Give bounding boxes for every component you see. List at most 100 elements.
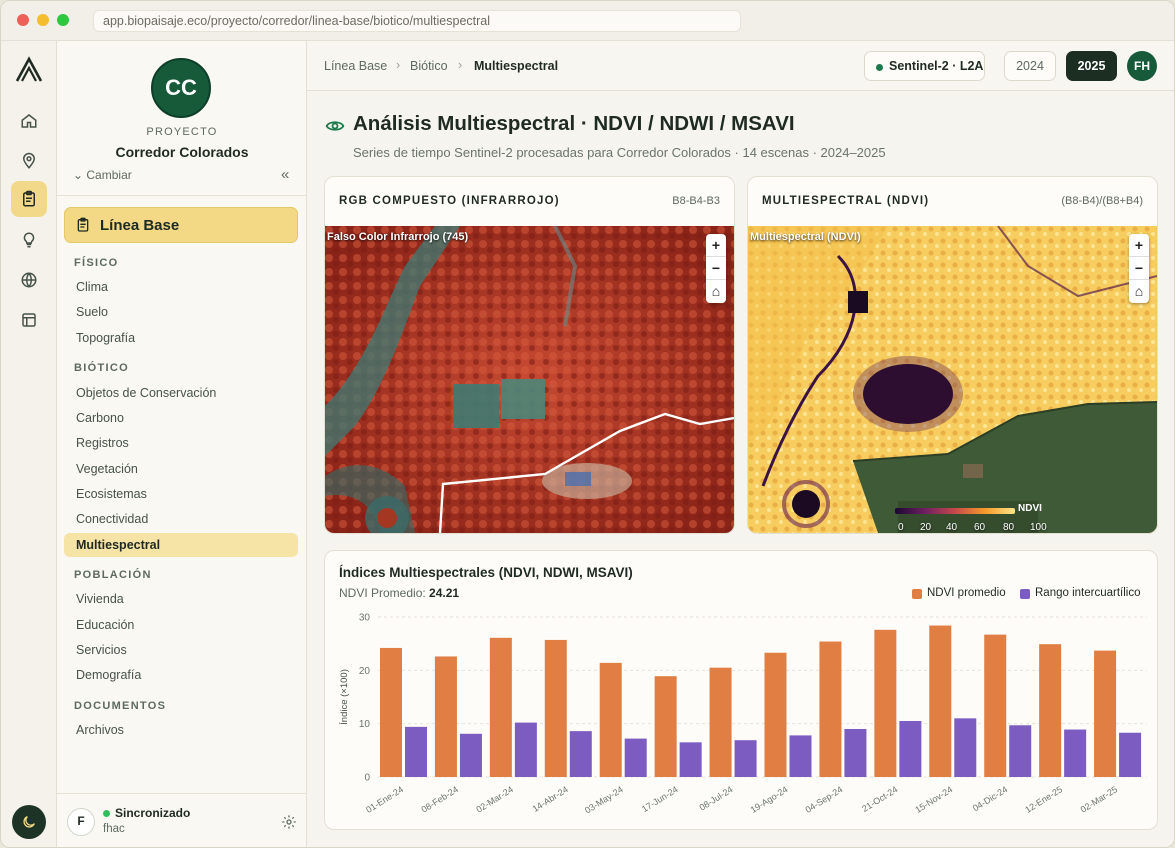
year-2025-button[interactable]: 2025: [1066, 51, 1117, 81]
project-sidebar: CC PROYECTO Corredor Colorados ⌄ Cambiar…: [57, 41, 307, 847]
iqr-bar: [679, 742, 702, 777]
breadcrumb-current: Multiespectral: [474, 59, 559, 73]
nav-item-archivos[interactable]: Archivos: [64, 718, 298, 742]
top-bar: Línea Base › Biótico › Multiespectral Se…: [307, 41, 1174, 91]
ndvi-bar: [544, 639, 567, 777]
x-tick-label: 21-Oct-24: [860, 784, 899, 814]
x-tick-label: 17-Jun-24: [640, 784, 680, 814]
map-overlay-label: Falso Color Infrarrojo (745): [327, 231, 469, 243]
x-tick-label: 08-Feb-24: [419, 784, 460, 814]
iqr-bar: [1119, 732, 1142, 777]
iqr-bar: [569, 731, 592, 777]
user-name: fhac: [103, 823, 125, 835]
section-title-biotico: BIÓTICO: [74, 362, 129, 374]
maximize-window-button[interactable]: [57, 14, 69, 26]
nav-item-suelo[interactable]: Suelo: [64, 300, 298, 324]
home-icon[interactable]: ⌂: [1129, 280, 1149, 303]
iqr-bar: [789, 735, 812, 777]
x-tick-label: 04-Dic-24: [971, 784, 1009, 813]
nav-item-educacion[interactable]: Educación: [64, 613, 298, 637]
y-axis-label: Índice (×100): [339, 669, 350, 725]
clipboard-icon: [77, 217, 89, 232]
nav-item-vegetacion[interactable]: Vegetación: [64, 457, 298, 481]
y-tick-label: 10: [359, 719, 371, 730]
nav-item-objetos[interactable]: Objetos de Conservación: [64, 381, 298, 405]
nav-item-demografia[interactable]: Demografía: [64, 663, 298, 687]
rgb-map-view[interactable]: Falso Color Infrarrojo (745) + − ⌂: [325, 226, 734, 533]
ndvi-bar: [489, 637, 512, 777]
x-tick-label: 04-Sep-24: [804, 784, 845, 815]
y-tick-label: 0: [364, 773, 370, 784]
ndvi-map-view[interactable]: Multiespectral (NDVI) + − ⌂ NDVI 0 20 40…: [748, 226, 1157, 533]
iqr-bar: [844, 729, 867, 777]
project-name: Corredor Colorados: [115, 144, 249, 160]
sync-status-dot: [103, 810, 110, 817]
minimize-window-button[interactable]: [37, 14, 49, 26]
zoom-out-button[interactable]: −: [706, 257, 726, 280]
user-menu-avatar[interactable]: FH: [1127, 51, 1157, 81]
ndvi-bar: [819, 641, 842, 777]
x-tick-label: 02-Mar-25: [1079, 784, 1120, 814]
close-window-button[interactable]: [17, 14, 29, 26]
ndvi-bar: [654, 676, 677, 777]
sync-status: Sincronizado: [115, 806, 191, 820]
nav-item-topografia[interactable]: Topografía: [64, 326, 298, 350]
divider: [57, 793, 307, 794]
eye-icon: [325, 121, 345, 131]
layout-icon[interactable]: [11, 302, 47, 338]
x-tick-label: 19-Ago-24: [749, 784, 790, 815]
legend-tick: 60: [974, 522, 986, 533]
breadcrumb-linea-base[interactable]: Línea Base: [324, 59, 387, 73]
x-tick-label: 08-Jul-24: [698, 784, 735, 812]
nav-item-servicios[interactable]: Servicios: [64, 638, 298, 662]
divider: [57, 195, 307, 196]
section-title-poblacion: POBLACIÓN: [74, 569, 152, 581]
theme-toggle-button[interactable]: [12, 805, 46, 839]
legend-tick: 40: [946, 522, 958, 533]
sensor-selector[interactable]: Sentinel-2 · L2A: [864, 51, 985, 81]
zoom-in-button[interactable]: +: [706, 234, 726, 257]
home-icon[interactable]: [11, 103, 47, 139]
collapse-sidebar-button[interactable]: «: [281, 166, 289, 183]
nav-item-clima[interactable]: Clima: [64, 275, 298, 299]
nav-item-conectividad[interactable]: Conectividad: [64, 507, 298, 531]
user-avatar[interactable]: F: [67, 808, 95, 836]
clipboard-icon[interactable]: [11, 181, 47, 217]
page-title: Análisis Multiespectral · NDVI / NDWI / …: [353, 112, 795, 135]
false-color-image: [325, 226, 734, 533]
ndvi-map-card: MULTIESPECTRAL (NDVI) (B8-B4)/(B8+B4) Mu…: [747, 176, 1158, 534]
nav-item-multiespectral[interactable]: Multiespectral: [64, 533, 298, 557]
nav-item-registros[interactable]: Registros: [64, 431, 298, 455]
nav-linea-base[interactable]: Línea Base: [64, 207, 298, 243]
nav-item-ecosistemas[interactable]: Ecosistemas: [64, 482, 298, 506]
ndvi-bar: [984, 634, 1007, 777]
change-project-button[interactable]: ⌄ Cambiar: [73, 168, 132, 182]
nav-item-vivienda[interactable]: Vivienda: [64, 587, 298, 611]
nav-item-carbono[interactable]: Carbono: [64, 406, 298, 430]
zoom-out-button[interactable]: −: [1129, 257, 1149, 280]
breadcrumb-separator: ›: [458, 58, 463, 72]
year-2024-button[interactable]: 2024: [1004, 51, 1056, 81]
globe-icon[interactable]: [11, 262, 47, 298]
ndvi-legend-label: NDVI: [1018, 503, 1042, 514]
lightbulb-icon[interactable]: [11, 222, 47, 258]
logo-icon[interactable]: [14, 55, 44, 85]
section-title-documentos: DOCUMENTOS: [74, 700, 167, 712]
home-icon[interactable]: ⌂: [706, 280, 726, 303]
card-title: RGB COMPUESTO (INFRARROJO): [339, 195, 560, 207]
gear-icon[interactable]: [281, 814, 297, 830]
address-bar[interactable]: app.biopaisaje.eco/proyecto/corredor/lin…: [93, 10, 741, 32]
iqr-bar: [624, 738, 647, 777]
project-kicker: PROYECTO: [146, 126, 218, 138]
iqr-bar: [954, 718, 977, 777]
bar-chart: 0 10 20 30 Índice (×100) 01-Ene-24 08-Feb-24 02…: [339, 613, 1147, 815]
map-pin-icon[interactable]: [11, 143, 47, 179]
zoom-in-button[interactable]: +: [1129, 234, 1149, 257]
sensor-status-dot: [876, 64, 883, 71]
breadcrumb-biotico[interactable]: Biótico: [410, 59, 448, 73]
iqr-bar: [405, 726, 427, 777]
ndvi-bar: [764, 652, 787, 777]
moon-icon: [23, 816, 35, 828]
project-avatar: CC: [151, 58, 211, 118]
ndvi-raster: [748, 226, 1157, 533]
